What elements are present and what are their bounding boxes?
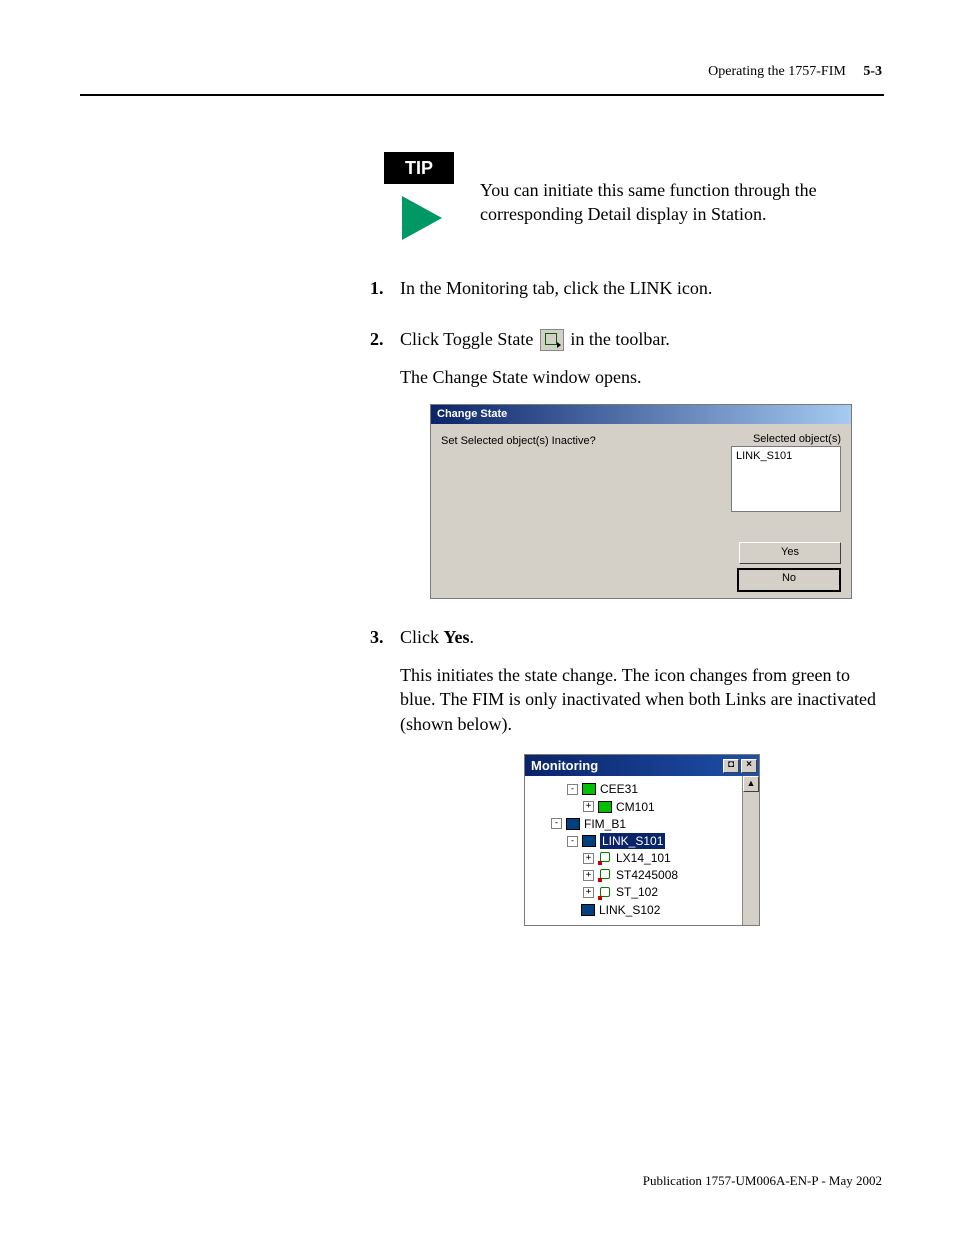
expand-icon[interactable]: +: [583, 801, 594, 812]
tree-label: LINK_S101: [600, 833, 665, 849]
collapse-icon[interactable]: -: [567, 784, 578, 795]
step-2-result: The Change State window opens.: [400, 365, 884, 389]
tree-row[interactable]: - FIM_B1: [531, 816, 740, 832]
expand-icon[interactable]: +: [583, 887, 594, 898]
step-3-text-b: .: [470, 627, 475, 647]
no-button[interactable]: No: [737, 568, 841, 592]
module-icon: [598, 801, 612, 813]
device-icon: [598, 886, 612, 900]
step-2-text-a: Click Toggle State: [400, 329, 533, 349]
expand-icon[interactable]: +: [583, 853, 594, 864]
tip-text: You can initiate this same function thro…: [480, 152, 884, 227]
step-2-text-b: in the toolbar.: [570, 329, 669, 349]
tip-block: TIP You can initiate this same function …: [370, 152, 884, 240]
monitoring-window: Monitoring ◘ × - CEE31: [524, 754, 760, 926]
tree-label: CM101: [616, 799, 655, 815]
running-header: Operating the 1757-FIM 5-3: [708, 64, 882, 80]
tip-badge: TIP: [384, 152, 454, 184]
toggle-state-icon: [540, 329, 564, 351]
step-3-text-a: Click: [400, 627, 444, 647]
device-icon: [598, 851, 612, 865]
tree-row[interactable]: + ST4245008: [531, 867, 740, 883]
step-2: Click Toggle State in the toolbar. The C…: [370, 327, 884, 599]
step-3: Click Yes. This initiates the state chan…: [370, 625, 884, 926]
tree-label: CEE31: [600, 781, 638, 797]
selected-object-item: LINK_S101: [736, 450, 792, 462]
tip-arrow-icon: [402, 196, 442, 240]
change-state-dialog: Change State Set Selected object(s) Inac…: [430, 404, 852, 599]
tree-label: FIM_B1: [584, 816, 626, 832]
tree-label: ST_102: [616, 884, 658, 900]
header-rule: [80, 94, 884, 96]
step-3-result: This initiates the state change. The ico…: [400, 663, 884, 736]
tree-row[interactable]: - CEE31: [531, 781, 740, 797]
pin-icon[interactable]: ◘: [723, 759, 739, 773]
tree-label: ST4245008: [616, 867, 678, 883]
section-title: Operating the 1757-FIM: [708, 64, 846, 79]
tree-row[interactable]: + CM101: [531, 799, 740, 815]
tree-label: LX14_101: [616, 850, 671, 866]
scroll-up-icon[interactable]: ▲: [743, 776, 759, 792]
selected-objects-label: Selected object(s): [753, 432, 841, 447]
collapse-icon[interactable]: -: [551, 818, 562, 829]
tree-row-selected[interactable]: - LINK_S101: [531, 833, 740, 849]
link-icon: [581, 904, 595, 916]
step-3-bold: Yes: [444, 627, 470, 647]
page-number: 5-3: [863, 64, 882, 79]
expand-icon[interactable]: +: [583, 870, 594, 881]
link-icon: [582, 835, 596, 847]
monitoring-title: Monitoring: [531, 757, 598, 775]
cee-icon: [582, 783, 596, 795]
publication-footer: Publication 1757-UM006A-EN-P - May 2002: [643, 1173, 882, 1189]
device-icon: [598, 868, 612, 882]
collapse-icon[interactable]: -: [567, 836, 578, 847]
monitoring-tree[interactable]: - CEE31 + CM101: [525, 776, 742, 925]
dialog-question: Set Selected object(s) Inactive?: [441, 434, 596, 449]
yes-button[interactable]: Yes: [739, 542, 841, 564]
scrollbar[interactable]: ▲: [742, 776, 759, 925]
selected-objects-list[interactable]: LINK_S101: [731, 446, 841, 512]
fim-icon: [566, 818, 580, 830]
close-icon[interactable]: ×: [741, 759, 757, 773]
tree-row[interactable]: + LX14_101: [531, 850, 740, 866]
step-1: In the Monitoring tab, click the LINK ic…: [370, 276, 884, 300]
tree-label: LINK_S102: [599, 902, 660, 918]
step-1-text: In the Monitoring tab, click the LINK ic…: [400, 278, 712, 298]
tree-row[interactable]: LINK_S102: [531, 902, 740, 918]
dialog-title-bar: Change State: [431, 405, 851, 424]
monitoring-title-bar: Monitoring ◘ ×: [525, 755, 759, 777]
tree-row[interactable]: + ST_102: [531, 884, 740, 900]
